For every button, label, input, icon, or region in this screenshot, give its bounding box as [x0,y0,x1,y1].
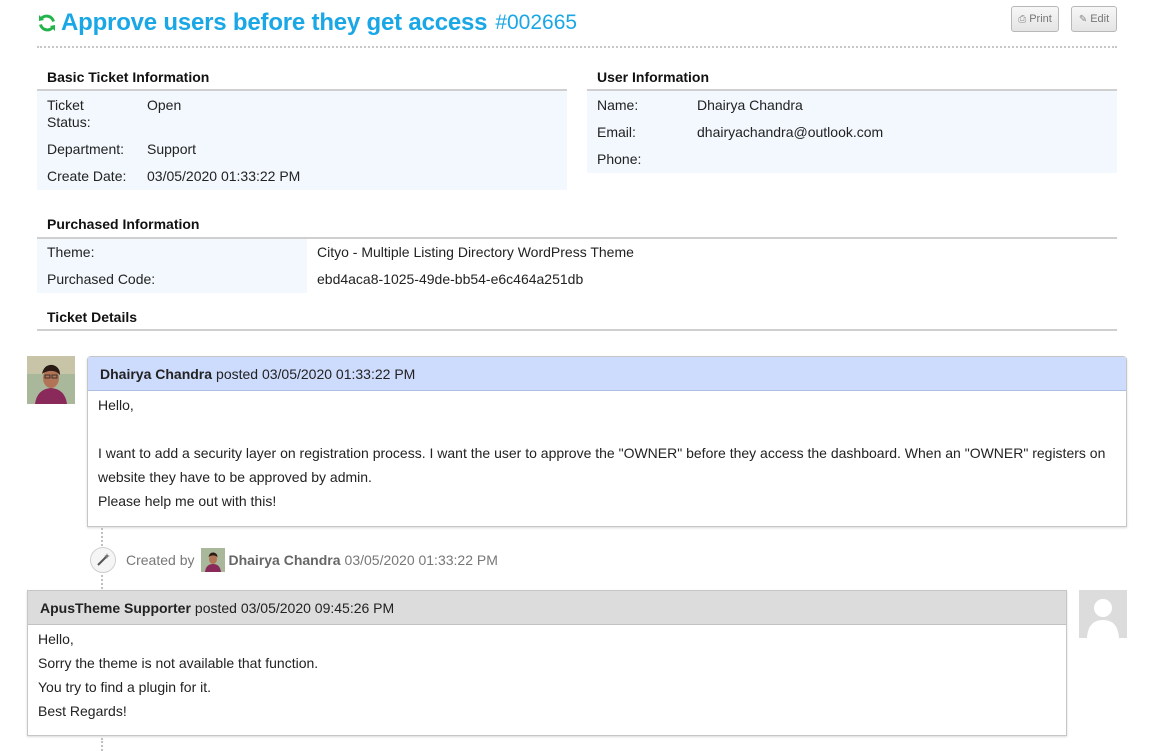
user-info-heading: User Information [597,69,710,85]
status-label-1: Ticket [47,97,84,113]
ticket-details-rule [37,329,1117,331]
purchased-code-label: Purchased Code: [47,271,156,287]
message-line: You try to find a plugin for it. [38,679,212,695]
refresh-icon[interactable] [37,13,57,33]
user-info-panel: Name: Dhairya Chandra Email: dhairyachan… [587,91,1117,173]
message-line: Hello, [98,397,134,413]
phone-label: Phone: [597,151,642,167]
created-time: 03/05/2020 01:33:22 PM [344,552,498,568]
creator-avatar [201,548,226,572]
ticket-number: #002665 [495,11,578,34]
customer-message: Dhairya Chandra posted 03/05/2020 01:33:… [87,356,1127,527]
theme-label: Theme: [47,244,95,260]
title-wrap: Approve users before they get access #00… [37,9,577,37]
edit-button[interactable]: ✎ Edit [1071,6,1117,32]
department-value: Support [147,141,197,157]
customer-message-header: Dhairya Chandra posted 03/05/2020 01:33:… [88,357,1126,391]
print-button[interactable]: ⎙ Print [1011,6,1059,32]
staff-message-posted: posted 03/05/2020 09:45:26 PM [194,599,395,616]
ticket-details-heading: Ticket Details [47,309,138,325]
name-label: Name: [597,97,639,113]
staff-message: ApusTheme Supporter posted 03/05/2020 09… [27,590,1067,736]
email-label: Email: [597,124,636,140]
creator-name[interactable]: Dhairya Chandra [228,552,340,568]
timeline-connector [101,528,103,546]
email-value[interactable]: dhairyachandra@outlook.com [697,124,883,141]
created-prefix: Created by [126,552,195,568]
status-value: Open [147,97,182,113]
message-line: I want to add a security layer on regist… [98,445,1106,461]
print-icon: ⎙ [1018,13,1027,25]
theme-value: Cityo - Multiple Listing Directory WordP… [317,244,634,260]
ticket-header: Approve users before they get access #00… [37,4,1117,48]
edit-icon: ✎ [1078,13,1088,25]
message-line: website they have to be approved by admi… [98,469,372,485]
create-date-value: 03/05/2020 01:33:22 PM [147,168,301,184]
message-line: Hello, [38,631,74,647]
customer-message-posted: posted 03/05/2020 01:33:22 PM [216,365,416,382]
purchased-info-heading: Purchased Information [47,216,200,232]
purchased-code-value: ebd4aca8-1025-49de-bb54-e6c464a251db [317,271,584,287]
name-value: Dhairya Chandra [697,97,803,113]
timeline-connector [101,575,103,589]
staff-message-author: ApusTheme Supporter [40,599,191,616]
customer-avatar [27,356,75,404]
staff-avatar [1079,590,1127,638]
ticket-title: Approve users before they get access [61,9,488,36]
basic-info-heading: Basic Ticket Information [47,69,210,85]
message-line: Please help me out with this! [98,493,277,509]
purchased-label-panel: Theme: Purchased Code: [37,239,307,293]
customer-message-author: Dhairya Chandra [100,365,213,382]
message-line: Best Regards! [38,703,127,719]
magic-wand-icon [90,547,116,573]
create-date-label: Create Date: [47,168,127,184]
created-event: Created by Dhairya Chandra 03/05/2020 01… [90,546,498,574]
print-label: Print [1029,13,1052,25]
staff-message-body: Hello, Sorry the theme is not available … [28,625,1066,723]
customer-message-body: Hello, I want to add a security layer on… [88,391,1126,513]
department-label: Department: [47,141,125,157]
edit-label: Edit [1090,13,1110,25]
basic-info-panel: Ticket Status: Open Department: Support … [37,91,567,190]
message-line: Sorry the theme is not available that fu… [38,655,319,671]
timeline-connector [101,738,103,751]
message-spacer [98,417,1116,441]
status-label-2: Status: [47,114,91,130]
staff-message-header: ApusTheme Supporter posted 03/05/2020 09… [28,591,1066,625]
